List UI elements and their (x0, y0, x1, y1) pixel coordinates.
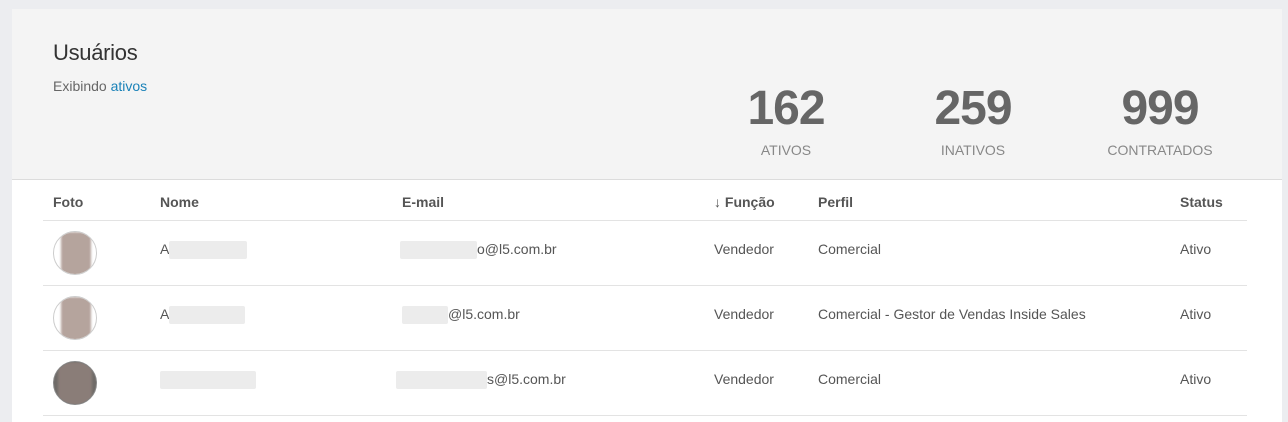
stat-ativos[interactable]: 162 ATIVOS (716, 81, 856, 158)
user-status: Ativo (1180, 371, 1212, 387)
column-header-nome[interactable]: Nome (160, 194, 199, 210)
email-domain: @l5.com.br (448, 306, 520, 322)
redacted-email (396, 371, 487, 390)
redacted-name (160, 371, 256, 390)
column-header-email[interactable]: E-mail (402, 194, 444, 210)
name-initial: A (160, 241, 170, 257)
filter-subtitle: Exibindo ativos (53, 78, 147, 94)
stat-value: 999 (1121, 82, 1199, 135)
stat-inativos[interactable]: 259 INATIVOS (903, 81, 1043, 158)
avatar-photo (58, 362, 92, 404)
user-perfil: Comercial - Gestor de Vendas Inside Sale… (818, 306, 1086, 322)
user-email: o@l5.com.br (400, 241, 557, 260)
user-perfil: Comercial (818, 241, 882, 257)
column-header-funcao-sorted[interactable]: ↓ Função (714, 194, 775, 210)
column-header-status[interactable]: Status (1180, 194, 1223, 210)
email-domain: s@l5.com.br (487, 371, 566, 387)
email-domain: o@l5.com.br (477, 241, 557, 257)
redacted-name (169, 306, 246, 325)
name-initial: A (160, 306, 170, 322)
stat-label: ATIVOS (760, 142, 812, 158)
redacted-email (400, 241, 477, 260)
user-email: @l5.com.br (402, 306, 520, 325)
user-name: A (160, 241, 248, 260)
stat-label: INATIVOS (940, 142, 1006, 158)
avatar (53, 361, 97, 405)
user-email: s@l5.com.br (396, 371, 566, 390)
filter-prefix: Exibindo (53, 78, 107, 94)
table-row[interactable]: A @l5.com.br Vendedor Comercial - Gestor… (43, 286, 1247, 351)
users-panel: Usuários Exibindo ativos 162 ATIVOS 259 … (12, 9, 1282, 422)
redacted-email (402, 306, 448, 325)
user-funcao: Vendedor (714, 241, 774, 257)
avatar-photo (61, 297, 91, 339)
stat-label: CONTRATADOS (1107, 142, 1213, 158)
avatar (53, 296, 97, 340)
stat-contratados[interactable]: 999 CONTRATADOS (1090, 81, 1230, 158)
page-title: Usuários (53, 40, 138, 65)
table-row[interactable]: s@l5.com.br Vendedor Comercial Ativo (43, 351, 1247, 416)
user-status: Ativo (1180, 306, 1212, 322)
column-header-perfil[interactable]: Perfil (818, 194, 853, 210)
stat-value: 162 (747, 82, 825, 135)
filter-link-ativos[interactable]: ativos (111, 78, 148, 94)
column-header-foto[interactable]: Foto (53, 194, 83, 210)
users-table: Foto Nome E-mail ↓ Função Perfil Status … (43, 181, 1247, 416)
user-perfil: Comercial (818, 371, 882, 387)
avatar-photo (61, 232, 91, 274)
user-funcao: Vendedor (714, 371, 774, 387)
user-name: A (160, 306, 246, 325)
redacted-name (169, 241, 248, 260)
table-row[interactable]: A o@l5.com.br Vendedor Comercial Ativo (43, 221, 1247, 286)
stat-value: 259 (934, 82, 1012, 135)
user-name (160, 371, 256, 390)
table-header: Foto Nome E-mail ↓ Função Perfil Status (43, 181, 1247, 221)
avatar (53, 231, 97, 275)
users-header: Usuários Exibindo ativos 162 ATIVOS 259 … (12, 9, 1282, 180)
user-status: Ativo (1180, 241, 1212, 257)
user-funcao: Vendedor (714, 306, 774, 322)
